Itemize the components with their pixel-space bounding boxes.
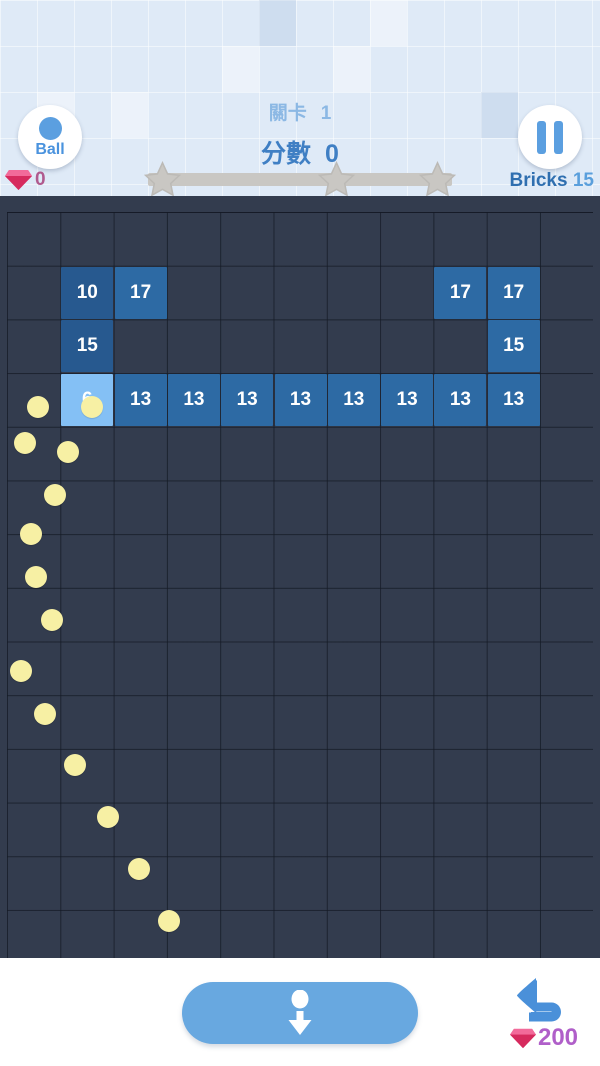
ball [20, 523, 42, 545]
brick-value: 13 [396, 389, 418, 411]
brick-value: 13 [449, 389, 471, 411]
bricks-counter: Bricks 15 [509, 170, 594, 192]
ball [44, 484, 66, 506]
brick: 10 [61, 266, 114, 319]
ball [81, 396, 103, 418]
ball [64, 754, 86, 776]
ball [14, 432, 36, 454]
bricks-value: 15 [572, 170, 594, 191]
score-row: 分數 0 [0, 134, 600, 170]
ball-drop-icon [288, 990, 312, 1035]
bricks-label: Bricks [509, 170, 568, 191]
ball [128, 858, 150, 880]
brick: 13 [221, 374, 274, 427]
brick: 13 [327, 374, 380, 427]
brick: 13 [434, 374, 487, 427]
level-value: 1 [320, 103, 332, 124]
brick: 13 [167, 374, 220, 427]
center-stats: 關卡 1 分數 0 [0, 98, 600, 170]
star-icon [144, 161, 181, 197]
header-tile [333, 46, 370, 92]
undo-cost: 200 [510, 1024, 578, 1052]
star-icon [419, 161, 456, 197]
brick-value: 13 [343, 389, 365, 411]
level-row: 關卡 1 [0, 98, 600, 125]
gem-counter: 0 [5, 168, 46, 192]
brick-value: 13 [503, 389, 525, 411]
ball [97, 806, 119, 828]
header-tile [370, 0, 407, 46]
brick-value: 10 [76, 281, 98, 303]
gem-icon [5, 170, 32, 190]
pause-button[interactable] [518, 105, 582, 169]
gem-icon [510, 1028, 536, 1048]
brick-value: 17 [449, 281, 471, 303]
brick: 13 [381, 374, 434, 427]
playfield[interactable]: 10171717151561313131313131313 [0, 196, 600, 958]
brick: 13 [487, 374, 540, 427]
ball [27, 396, 49, 418]
brick: 17 [434, 266, 487, 319]
brick-value: 15 [503, 335, 525, 357]
pause-icon [537, 120, 546, 154]
ball [158, 910, 180, 932]
brick: 17 [114, 266, 167, 319]
ball [34, 703, 56, 725]
brick-value: 15 [76, 335, 98, 357]
grid-top-edge [7, 212, 593, 213]
brick: 17 [487, 266, 540, 319]
undo-button[interactable]: 200 [498, 974, 590, 1058]
brick: 15 [61, 320, 114, 373]
brick: 13 [274, 374, 327, 427]
game-header: Ball 0 關卡 1 分數 0 Bricks 15 [0, 0, 600, 200]
brick: 15 [487, 320, 540, 373]
ball [57, 441, 79, 463]
ball [10, 660, 32, 682]
score-label: 分數 [261, 140, 312, 168]
header-tile [259, 0, 296, 46]
undo-cost-value: 200 [537, 1024, 579, 1051]
brick-value: 13 [289, 389, 312, 411]
header-tile [222, 46, 259, 92]
pause-icon [554, 120, 563, 154]
brick-value: 13 [183, 389, 205, 411]
brick: 13 [114, 374, 167, 427]
ball [25, 566, 47, 588]
level-label: 關卡 [268, 103, 307, 124]
star-progress-bar [144, 161, 456, 197]
brick-value: 17 [130, 281, 152, 303]
game-screen: Ball 0 關卡 1 分數 0 Bricks 15 10 17 17 17 1… [0, 0, 600, 1066]
bottom-bar: 200 [0, 958, 600, 1066]
gem-count: 0 [35, 169, 46, 190]
undo-arrow-icon [517, 978, 561, 1022]
star-icon [318, 161, 355, 197]
shoot-button[interactable] [182, 982, 418, 1044]
brick-value: 13 [236, 389, 258, 411]
brick-value: 17 [503, 281, 525, 303]
ball [41, 609, 63, 631]
brick-value: 13 [130, 389, 152, 411]
